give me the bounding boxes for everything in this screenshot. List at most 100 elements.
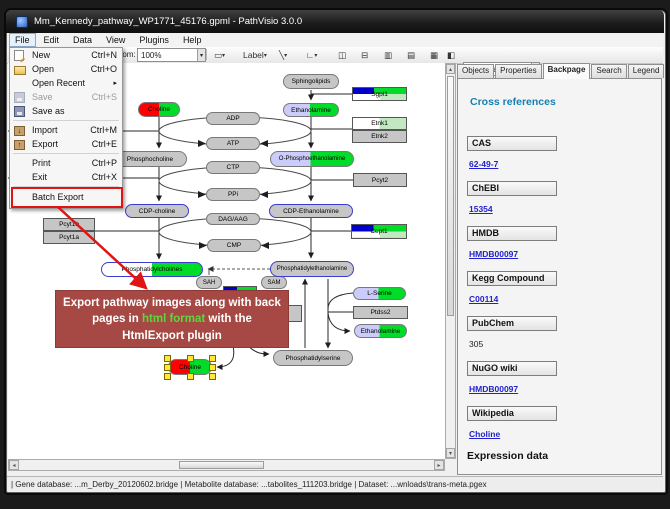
pathway-node-sphingolipids[interactable]: Sphingolipids xyxy=(283,74,339,89)
callout-highlight: html format xyxy=(142,313,205,325)
pathway-node-sah[interactable]: SAH xyxy=(196,276,222,289)
chevron-down-icon: ▾ xyxy=(314,52,317,59)
pathway-node-ctp[interactable]: CTP xyxy=(206,161,260,174)
selection-handle[interactable] xyxy=(209,373,216,380)
menu-item-open-recent[interactable]: Open Recent ▸ xyxy=(10,76,122,90)
crossref-link-cas[interactable]: 62-49-7 xyxy=(469,159,577,169)
selection-handle[interactable] xyxy=(164,364,171,371)
pathway-node-cmp[interactable]: CMP xyxy=(207,239,261,252)
label-tool-button[interactable]: Label ▾ xyxy=(240,48,270,62)
pathway-node-cdp-choline[interactable]: CDP-choline xyxy=(125,204,189,218)
connector-icon: ∟ xyxy=(306,50,314,60)
pathway-node-phosphatidylserine[interactable]: Phosphatidylserine xyxy=(273,350,353,366)
chevron-down-icon[interactable]: ▾ xyxy=(197,49,205,61)
menu-item-open[interactable]: Open Ctrl+O xyxy=(10,62,122,76)
tab-search[interactable]: Search xyxy=(591,64,626,78)
scroll-down-icon[interactable]: ▾ xyxy=(446,448,455,458)
distribute-horizontal-button[interactable]: ▥ xyxy=(381,48,395,62)
scroll-right-icon[interactable]: ▸ xyxy=(434,460,444,470)
pathway-node-o-phosphoethanolamine[interactable]: O-Phosphoethanolamine xyxy=(270,151,354,167)
menu-item-save-as[interactable]: Save as xyxy=(10,104,122,118)
pathway-node-ppi[interactable]: PPi xyxy=(206,188,260,201)
tab-backpage[interactable]: Backpage xyxy=(543,63,591,79)
tab-properties[interactable]: Properties xyxy=(495,64,541,78)
pathway-node-ethanolamine-2[interactable]: Ethanolamine xyxy=(354,324,407,338)
pathway-node-dag-aag[interactable]: DAG/AAG xyxy=(206,213,260,225)
selection-handle[interactable] xyxy=(209,364,216,371)
scrollbar-thumb[interactable] xyxy=(447,76,454,316)
title-bar[interactable]: Mm_Kennedy_pathway_WP1771_45176.gpml - P… xyxy=(6,10,664,33)
gene-node-sgpl1[interactable]: Sgpl1 xyxy=(352,87,407,101)
pathway-node-phosphatidylcholines[interactable]: Phosphatidylcholines xyxy=(101,262,203,277)
crossref-link-chebi[interactable]: 15354 xyxy=(469,204,577,214)
zoom-combobox[interactable]: 100% ▾ xyxy=(137,48,206,62)
pathway-node-choline[interactable]: Choline xyxy=(138,102,180,117)
menu-view[interactable]: View xyxy=(100,33,131,47)
gene-node-ptdss2[interactable]: Ptdss2 xyxy=(353,306,408,319)
scrollbar-thumb[interactable] xyxy=(179,461,264,469)
crossref-link-kegg[interactable]: C00114 xyxy=(469,294,577,304)
crossref-link-wikipedia[interactable]: Choline xyxy=(469,429,577,439)
chevron-down-icon: ▾ xyxy=(284,52,287,59)
align-center-button[interactable]: ◫ xyxy=(335,48,349,62)
pathway-node-ethanolamine[interactable]: Ethanolamine xyxy=(283,103,339,117)
align-middle-button[interactable]: ⊟ xyxy=(358,48,371,62)
crossref-link-hmdb[interactable]: HMDB00097 xyxy=(469,249,577,259)
connector-tool-button[interactable]: ∟ ▾ xyxy=(303,48,320,62)
pathway-node-adp[interactable]: ADP xyxy=(206,112,260,125)
section-header-wikipedia: Wikipedia xyxy=(467,406,557,421)
gene-node-pcyt1a[interactable]: Pcyt1a xyxy=(43,231,95,244)
canvas-vertical-scrollbar[interactable]: ▴ ▾ xyxy=(445,63,456,459)
pathway-node-l-serine[interactable]: L-Serine xyxy=(353,287,406,300)
gene-node-etnk2[interactable]: Etnk2 xyxy=(352,130,407,143)
selection-handle[interactable] xyxy=(187,355,194,362)
scroll-left-icon[interactable]: ◂ xyxy=(9,460,19,470)
menu-file[interactable]: File xyxy=(9,33,36,47)
canvas-horizontal-scrollbar[interactable]: ◂ ▸ xyxy=(8,459,445,471)
menu-item-save[interactable]: Save Ctrl+S xyxy=(10,90,122,104)
gene-node-pcyt2[interactable]: Pcyt2 xyxy=(353,173,407,187)
pathway-node-cdp-ethanolamine[interactable]: CDP-Ethanolamine xyxy=(269,204,353,218)
pathway-node-phosphatidylethanolamine[interactable]: Phosphatidylethanolamine xyxy=(270,261,354,277)
pathway-node-sam[interactable]: SAM xyxy=(261,276,287,289)
menu-data[interactable]: Data xyxy=(67,33,98,47)
distribute-horizontal-icon: ▥ xyxy=(384,50,392,61)
crossref-link-nugo[interactable]: HMDB00097 xyxy=(469,384,577,394)
visualization-layout-button[interactable]: ◧ xyxy=(444,48,458,62)
menu-item-import[interactable]: ↓ Import Ctrl+M xyxy=(10,123,122,137)
file-menu-popup: New Ctrl+N Open Ctrl+O Open Recent ▸ Sav… xyxy=(9,47,123,209)
scroll-up-icon[interactable]: ▴ xyxy=(446,64,455,74)
backpage-panel: Cross references CAS 62-49-7 ChEBI 15354… xyxy=(457,78,662,475)
gene-node-pcyt1b[interactable]: Pcyt1b xyxy=(43,218,95,231)
pathway-node-phosphocholine[interactable]: Phosphocholine xyxy=(113,151,187,167)
selection-handle[interactable] xyxy=(187,373,194,380)
menu-plugins[interactable]: Plugins xyxy=(133,33,175,47)
menu-edit[interactable]: Edit xyxy=(38,33,66,47)
tab-legend[interactable]: Legend xyxy=(628,64,665,78)
distribute-vertical-button[interactable]: ▤ xyxy=(404,48,418,62)
line-tool-button[interactable]: ╲ ▾ xyxy=(276,48,290,62)
datanode-tool-button[interactable]: ▭ ▾ xyxy=(211,48,228,62)
selection-handle[interactable] xyxy=(164,373,171,380)
menu-bar: File Edit Data View Plugins Help xyxy=(7,33,663,48)
datanode-icon: ▭ xyxy=(214,50,222,61)
menu-help[interactable]: Help xyxy=(177,33,208,47)
stack-button[interactable]: ▦ xyxy=(427,48,441,62)
gene-node-etnk1[interactable]: Etnk1 xyxy=(352,117,407,130)
menu-item-export[interactable]: ↑ Export Ctrl+E xyxy=(10,137,122,151)
selection-handle[interactable] xyxy=(164,355,171,362)
new-document-icon xyxy=(14,50,24,61)
expression-data-heading: Expression data xyxy=(467,450,548,462)
menu-item-new[interactable]: New Ctrl+N xyxy=(10,48,122,62)
menu-item-exit[interactable]: Exit Ctrl+X xyxy=(10,170,122,184)
section-header-kegg: Kegg Compound xyxy=(467,271,557,286)
tab-objects[interactable]: Objects xyxy=(457,64,494,78)
selection-handle[interactable] xyxy=(209,355,216,362)
screenshot-stage: Mm_Kennedy_pathway_WP1771_45176.gpml - P… xyxy=(0,0,670,509)
pathway-node-atp[interactable]: ATP xyxy=(206,137,260,150)
import-icon: ↓ xyxy=(14,126,25,136)
gene-node-cept1[interactable]: Cept1 xyxy=(351,224,407,239)
annotation-callout: Export pathway images along with back pa… xyxy=(55,290,289,348)
crossref-heading: Cross references xyxy=(470,96,556,108)
menu-item-print[interactable]: Print Ctrl+P xyxy=(10,156,122,170)
